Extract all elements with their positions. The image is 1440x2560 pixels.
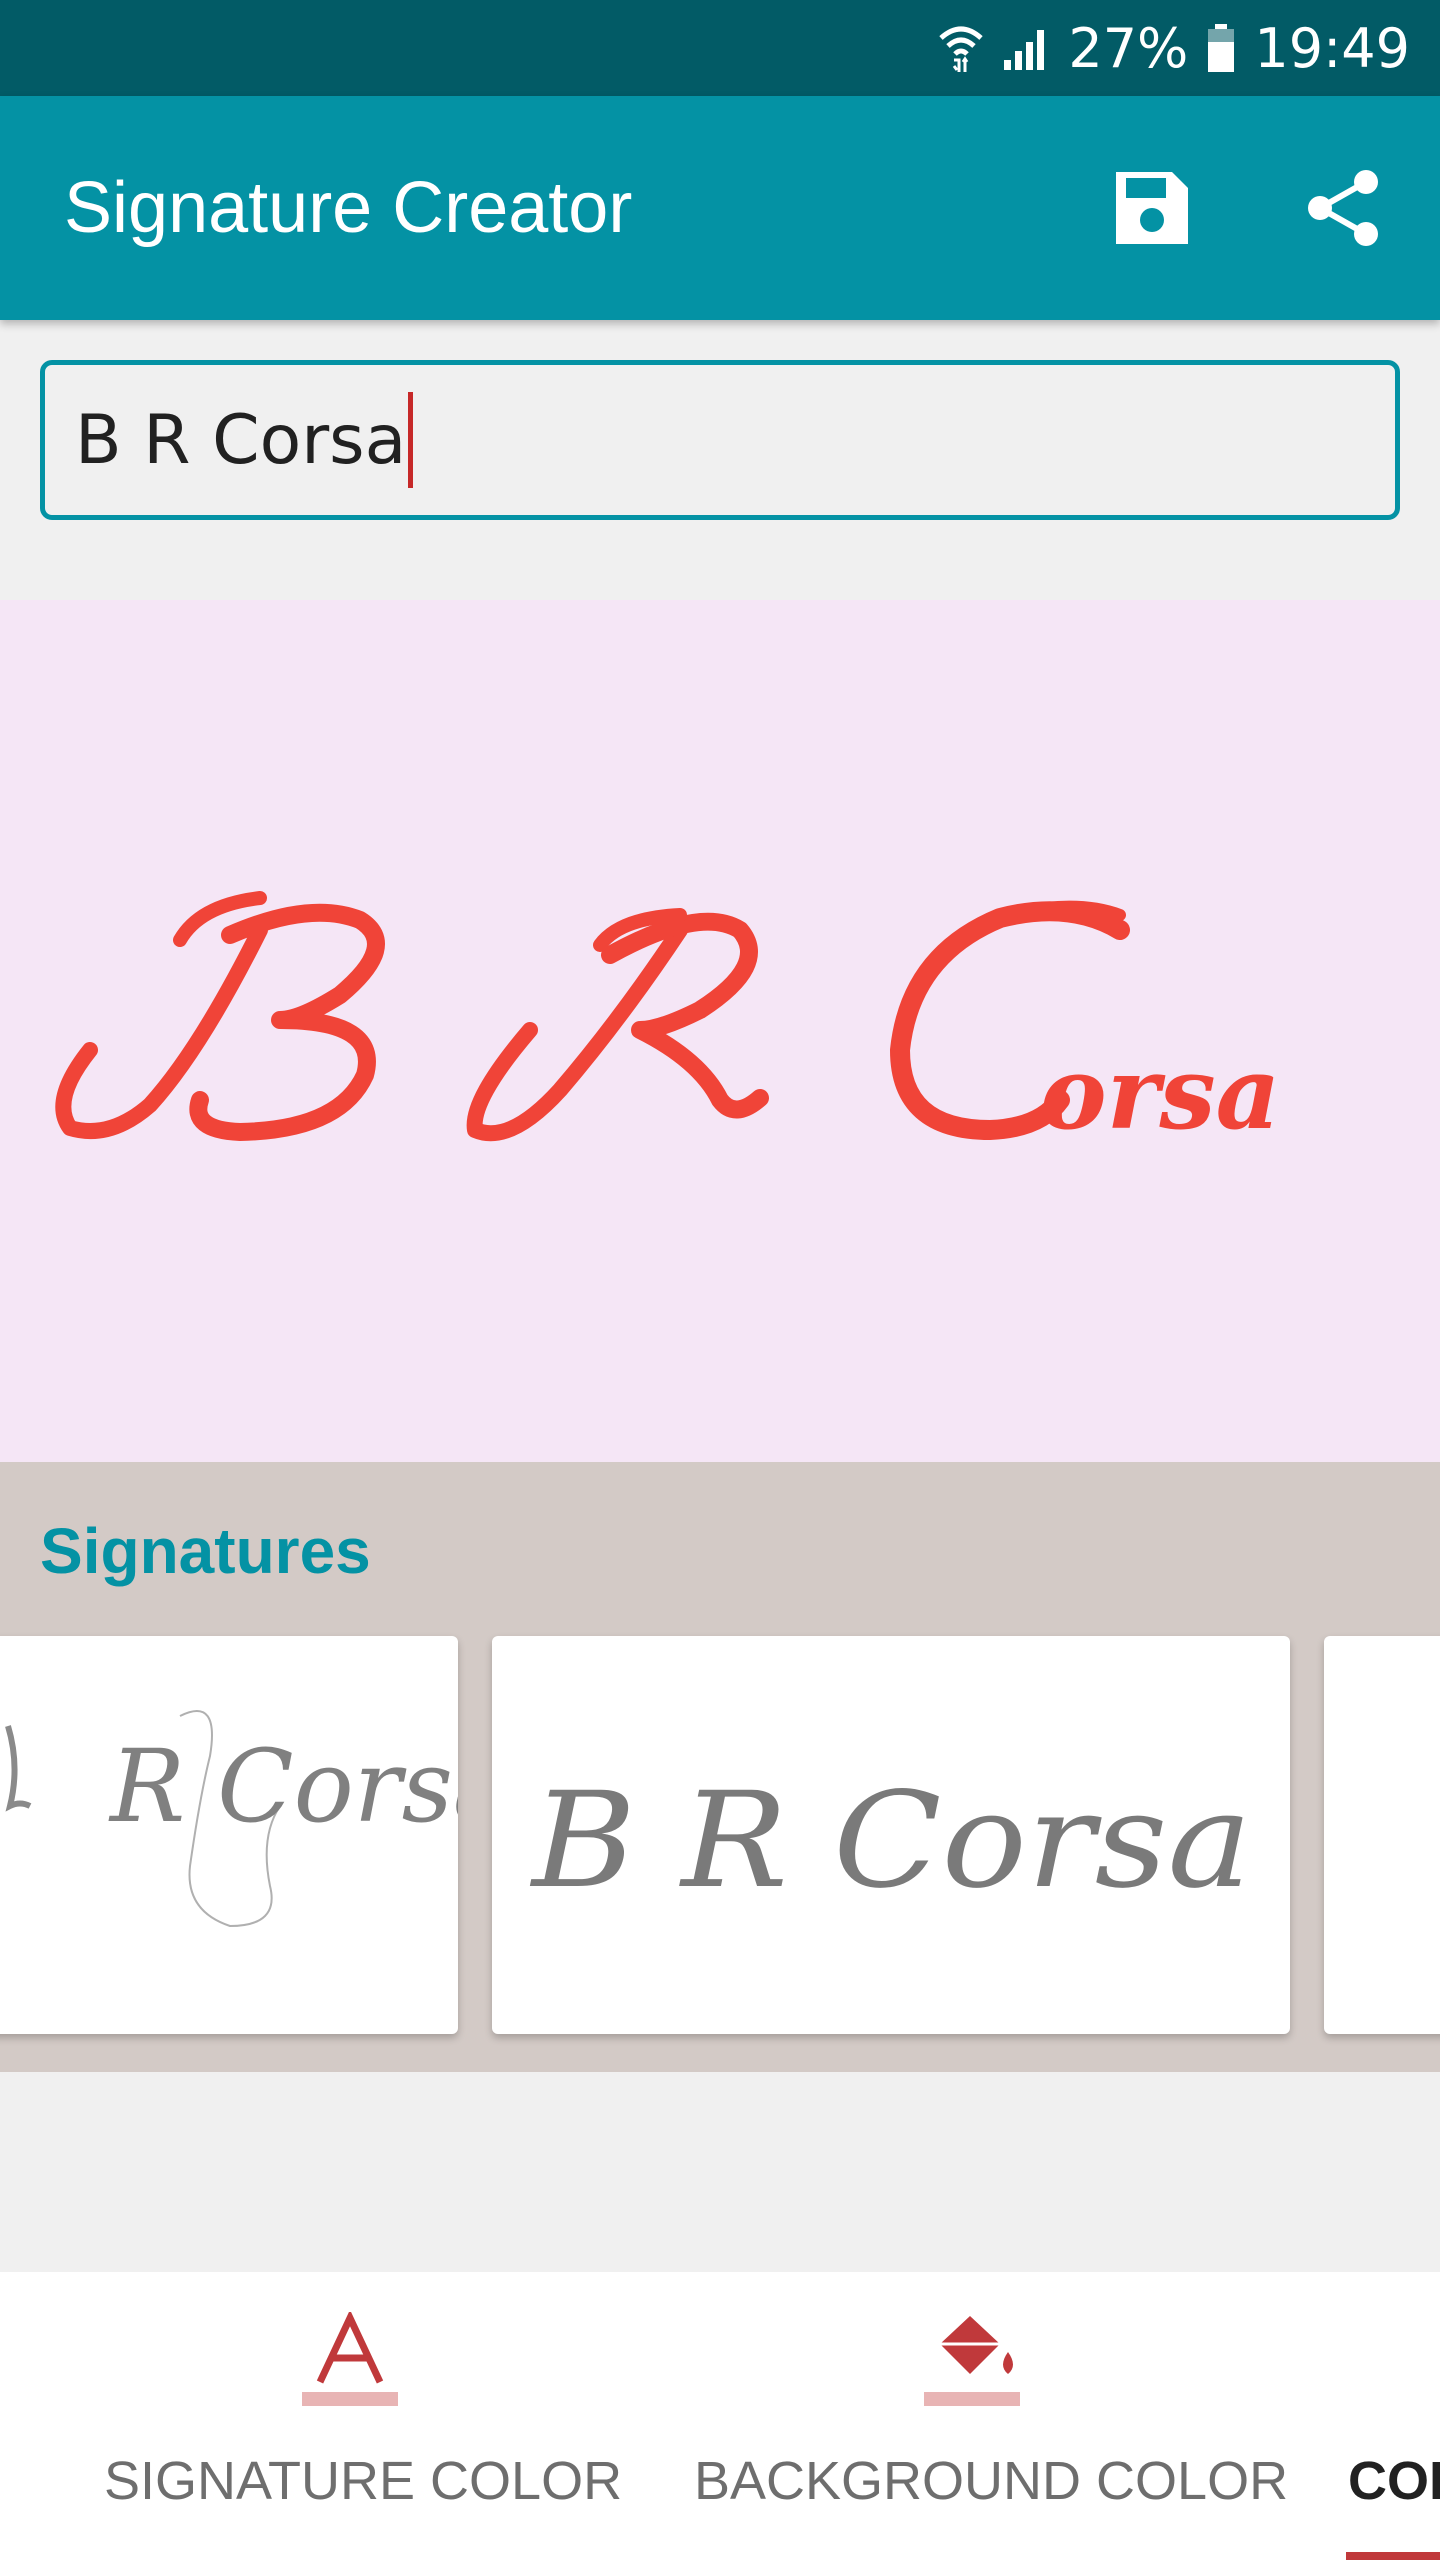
share-icon — [1308, 170, 1378, 246]
signature-style-1: R Corsa — [5, 1710, 458, 1928]
name-input[interactable]: B R Corsa — [40, 360, 1400, 520]
signature-card[interactable]: B R Corsa — [492, 1636, 1290, 2034]
status-bar: 27% 19:49 — [0, 0, 1440, 96]
tab-background-color-label: BACKGROUND COLOR — [694, 2451, 1289, 2511]
signature-card-1-text: R Corsa — [108, 1728, 458, 1845]
battery-icon — [1206, 22, 1236, 74]
wifi-icon — [938, 22, 984, 74]
clock: 19:49 — [1254, 16, 1410, 80]
tab-background-color[interactable]: BACKGROUND COLOR — [660, 2272, 1300, 2560]
save-icon — [1116, 172, 1188, 244]
app-bar: Signature Creator — [0, 96, 1440, 320]
tab-signature-color[interactable]: SIGNATURE COLOR — [0, 2272, 660, 2560]
paint-bucket-icon — [924, 2316, 1020, 2406]
signatures-section: Signatures R Corsa B R Corsa — [0, 1462, 1440, 2072]
text-cursor — [408, 392, 414, 488]
tab-signature-color-label: SIGNATURE COLOR — [104, 2451, 623, 2511]
signatures-title: Signatures — [40, 1515, 371, 1587]
signal-icon — [1002, 24, 1050, 72]
text-color-icon — [302, 2312, 398, 2406]
name-input-value: B R Corsa — [75, 400, 407, 480]
tab-third[interactable]: COL — [1300, 2272, 1440, 2560]
tab-third-label: COL — [1348, 2451, 1440, 2511]
signature-card-2-text: B R Corsa — [530, 1764, 1252, 1918]
app-title: Signature Creator — [64, 168, 633, 248]
save-button[interactable] — [1102, 158, 1202, 258]
signature-preview: orsa — [0, 600, 1440, 1462]
signature-card[interactable]: R Corsa — [0, 1636, 458, 2034]
battery-percent: 27% — [1068, 16, 1189, 80]
bottom-tab-bar: SIGNATURE COLOR BACKGROUND COLOR COL — [0, 2272, 1440, 2560]
signature-style-2: B R Corsa — [530, 1764, 1252, 1918]
preview-corsa-tail: orsa — [1040, 1034, 1280, 1152]
signature-preview-art: orsa — [55, 891, 1280, 1152]
active-tab-indicator — [1346, 2552, 1440, 2560]
signature-card[interactable] — [1324, 1636, 1440, 2034]
share-button[interactable] — [1294, 158, 1394, 258]
